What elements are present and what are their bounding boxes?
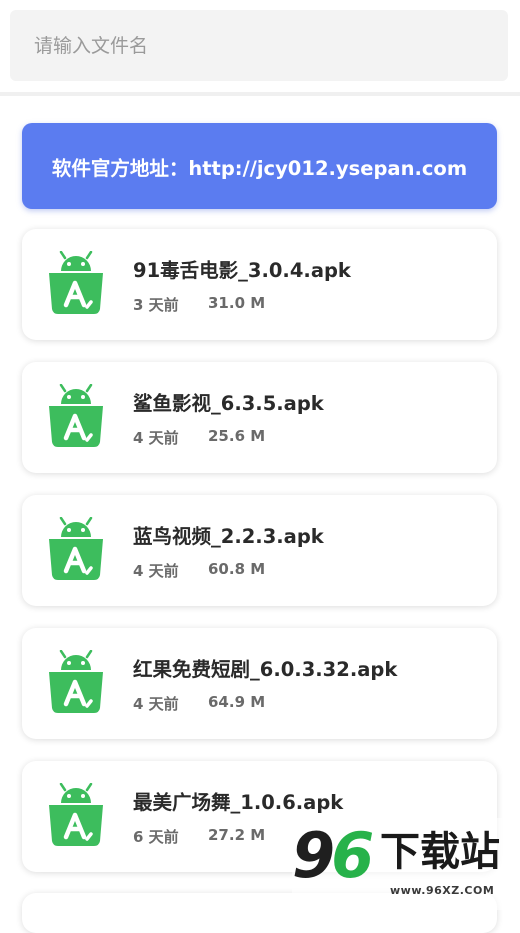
file-card[interactable]: 鲨鱼影视_6.3.5.apk 4 天前 25.6 M	[22, 362, 497, 473]
file-name: 91毒舌电影_3.0.4.apk	[133, 259, 351, 282]
file-size: 27.2 M	[208, 826, 266, 844]
watermark-digits: 96	[292, 819, 374, 892]
file-age: 3 天前	[133, 296, 179, 314]
file-age: 4 天前	[133, 695, 179, 713]
banner-text: 软件官方地址：http://jcy012.ysepan.com	[51, 156, 468, 180]
android-apk-icon	[49, 650, 103, 713]
file-age: 4 天前	[133, 562, 179, 580]
file-name: 最美广场舞_1.0.6.apk	[133, 791, 344, 814]
android-apk-icon	[49, 783, 103, 846]
file-size: 60.8 M	[208, 560, 266, 578]
file-name: 鲨鱼影视_6.3.5.apk	[133, 392, 324, 415]
search-bar[interactable]	[10, 10, 508, 81]
file-card[interactable]: 蓝鸟视频_2.2.3.apk 4 天前 60.8 M	[22, 495, 497, 606]
file-size: 64.9 M	[208, 693, 266, 711]
divider	[0, 92, 520, 96]
file-size: 25.6 M	[208, 427, 266, 445]
file-card[interactable]: 91毒舌电影_3.0.4.apk 3 天前 31.0 M	[22, 229, 497, 340]
android-apk-icon	[49, 517, 103, 580]
watermark-url: www.96XZ.COM	[390, 884, 495, 897]
file-name: 红果免费短剧_6.0.3.32.apk	[133, 658, 398, 681]
android-apk-icon	[49, 251, 103, 314]
file-name: 蓝鸟视频_2.2.3.apk	[133, 525, 324, 548]
file-card[interactable]: 红果免费短剧_6.0.3.32.apk 4 天前 64.9 M	[22, 628, 497, 739]
official-site-banner[interactable]: 软件官方地址：http://jcy012.ysepan.com	[22, 123, 497, 209]
file-age: 6 天前	[133, 828, 179, 846]
file-age: 4 天前	[133, 429, 179, 447]
watermark-logo: 96 下载站 www.96XZ.COM	[292, 818, 520, 910]
watermark-text: 下载站	[380, 829, 500, 875]
search-input[interactable]	[34, 34, 508, 57]
file-size: 31.0 M	[208, 294, 266, 312]
android-apk-icon	[49, 384, 103, 447]
